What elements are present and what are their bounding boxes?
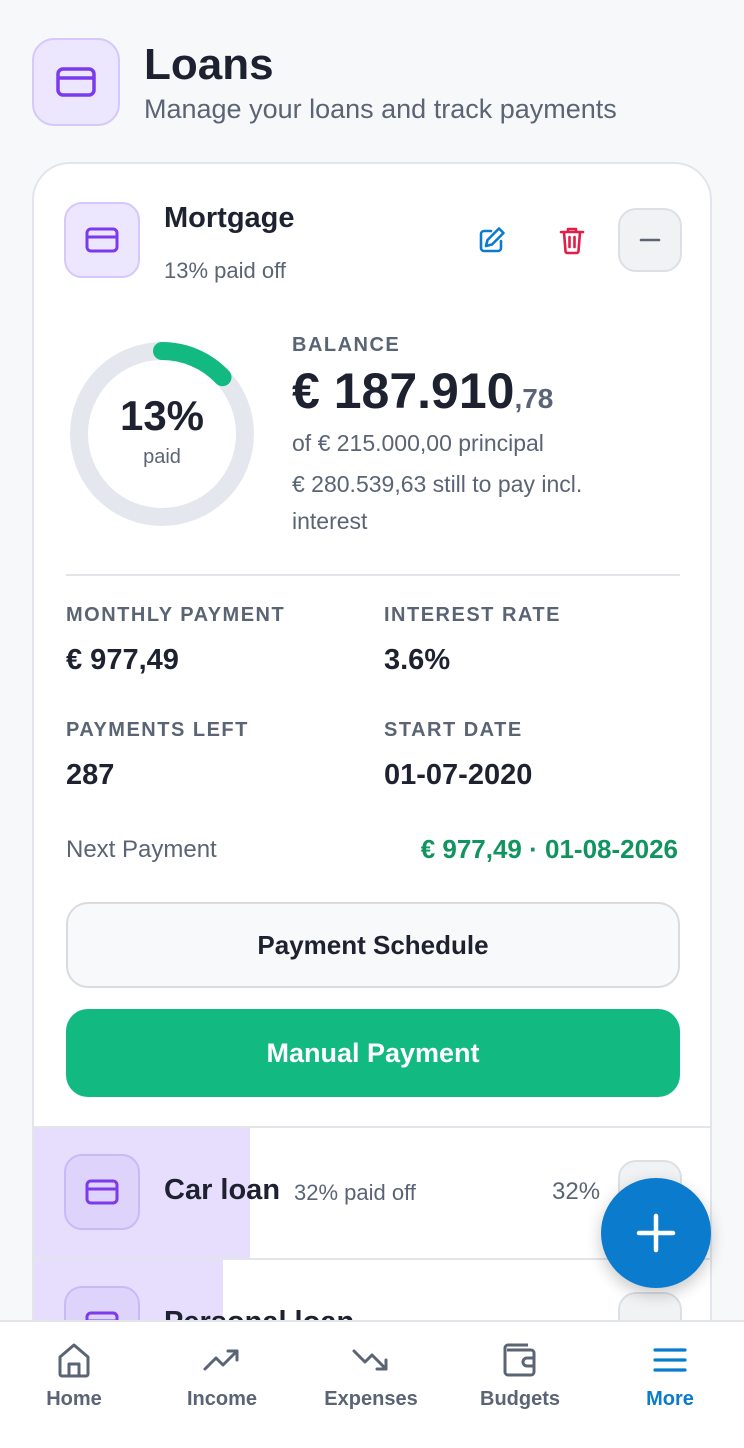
loan-row-paid-off: 32% paid off: [294, 1180, 416, 1205]
interest-rate-value: 3.6%: [384, 644, 451, 676]
loan-row-name: Car loan: [164, 1174, 281, 1206]
ring-label: paid: [143, 446, 181, 468]
ring-percent: 13%: [119, 392, 205, 439]
manual-payment-button[interactable]: Manual Payment: [66, 1009, 680, 1097]
credit-card-icon: [32, 38, 120, 126]
credit-card-icon: [64, 1154, 140, 1230]
trending-up-icon: [203, 1349, 239, 1371]
add-loan-button[interactable]: [601, 1178, 711, 1288]
trash-icon: [559, 227, 585, 255]
interest-rate-label: INTEREST RATE: [384, 604, 561, 626]
next-payment-value: € 977,49 · 01-08-2026: [420, 834, 678, 864]
credit-card-icon: [64, 202, 140, 278]
nav-home[interactable]: Home: [0, 1322, 148, 1448]
start-date-label: START DATE: [384, 719, 523, 741]
delete-loan-button[interactable]: [548, 216, 596, 264]
remaining-text: € 280.539,63 still to pay incl. interest: [292, 471, 583, 534]
page-header: Loans Manage your loans and track paymen…: [32, 38, 724, 128]
nav-label: Income: [186, 1388, 258, 1410]
balance-label: BALANCE: [292, 334, 401, 356]
page-subtitle: Manage your loans and track payments: [144, 94, 617, 124]
progress-ring: 13% paid: [68, 340, 256, 528]
next-payment-label: Next Payment: [66, 836, 217, 863]
nav-income[interactable]: Income: [148, 1322, 296, 1448]
nav-label: Expenses: [324, 1388, 418, 1410]
balance-cents: ,78: [514, 383, 554, 414]
principal-text: of € 215.000,00 principal: [292, 430, 544, 456]
edit-icon: [479, 227, 505, 253]
collapse-button[interactable]: [618, 208, 682, 272]
start-date-value: 01-07-2020: [384, 759, 533, 791]
nav-label: Home: [46, 1388, 102, 1410]
loan-name: Mortgage: [164, 202, 295, 234]
wallet-icon: [503, 1343, 536, 1377]
trending-down-icon: [352, 1349, 388, 1371]
payments-left-label: PAYMENTS LEFT: [66, 719, 249, 741]
loan-row-percent: 32%: [552, 1178, 601, 1205]
plus-icon: [636, 1213, 676, 1253]
edit-loan-button[interactable]: [468, 216, 516, 264]
balance-amount: € 187.910,78: [292, 362, 553, 420]
divider: [66, 574, 680, 576]
menu-icon: [653, 1348, 687, 1372]
nav-budgets[interactable]: Budgets: [446, 1322, 594, 1448]
minus-icon: [639, 238, 661, 242]
monthly-payment-label: MONTHLY PAYMENT: [66, 604, 286, 626]
nav-expenses[interactable]: Expenses: [297, 1322, 445, 1448]
loan-header: Mortgage 13% paid off: [34, 164, 710, 294]
page-title: Loans: [144, 40, 274, 89]
payment-schedule-button[interactable]: Payment Schedule: [66, 902, 680, 988]
nav-more[interactable]: More: [596, 1322, 744, 1448]
nav-label: More: [646, 1388, 694, 1410]
loans-card: Mortgage 13% paid off 13% paid BALANCE €…: [32, 162, 712, 1362]
home-icon: [58, 1343, 90, 1378]
bottom-nav: Home Income Expenses Budgets More: [0, 1320, 744, 1448]
payments-left-value: 287: [66, 759, 115, 791]
loan-paid-off: 13% paid off: [164, 258, 286, 283]
monthly-payment-value: € 977,49: [66, 644, 179, 676]
nav-label: Budgets: [480, 1388, 560, 1410]
balance-main: € 187.910: [292, 363, 515, 419]
